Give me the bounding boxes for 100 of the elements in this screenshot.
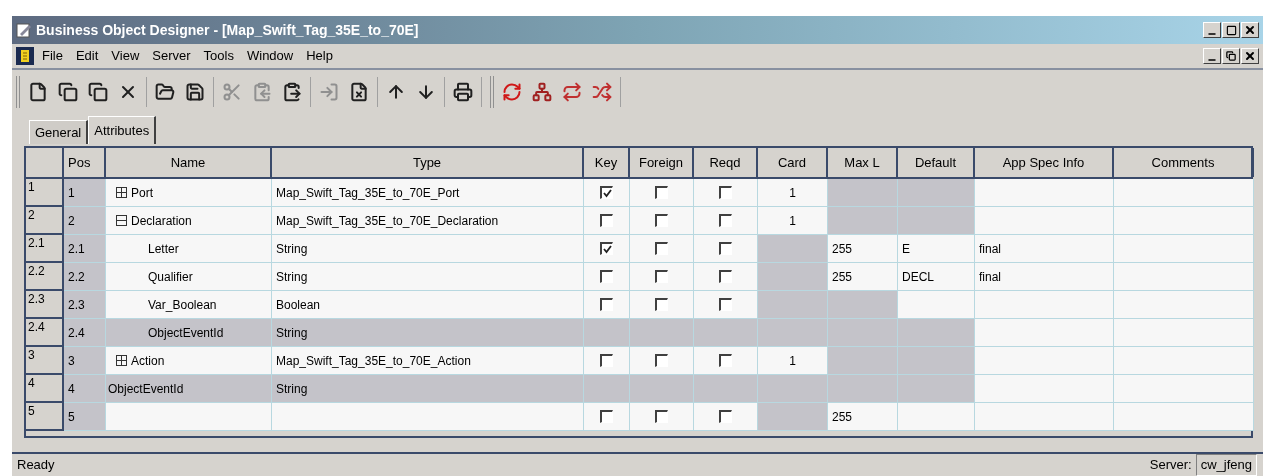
close-button[interactable]: [1241, 22, 1259, 38]
row-header[interactable]: 1: [26, 179, 64, 207]
expand-icon[interactable]: [116, 355, 127, 366]
close-icon: [1244, 50, 1256, 62]
table-cell: 255: [828, 235, 898, 263]
table-cell: 2.4: [64, 319, 106, 347]
save-icon[interactable]: [185, 82, 205, 102]
checkbox[interactable]: [719, 354, 732, 367]
table-cell: Map_Swift_Tag_35E_to_70E_Declaration: [272, 207, 584, 235]
menu-item[interactable]: Window: [246, 46, 294, 66]
column-header[interactable]: Comments: [1114, 148, 1254, 177]
column-header[interactable]: Foreign: [630, 148, 694, 177]
maximize-icon: [1225, 24, 1237, 36]
checkbox[interactable]: [655, 270, 668, 283]
checkbox[interactable]: [719, 242, 732, 255]
minimize-button[interactable]: [1203, 48, 1221, 64]
minimize-button[interactable]: [1203, 22, 1221, 38]
checkbox[interactable]: [600, 186, 613, 199]
new-file-icon[interactable]: [28, 82, 48, 102]
checkbox[interactable]: [600, 242, 613, 255]
tree-node[interactable]: Port: [106, 179, 272, 207]
tree-node[interactable]: Declaration: [106, 207, 272, 235]
tab[interactable]: General: [29, 120, 89, 144]
column-header[interactable]: Card: [758, 148, 828, 177]
column-header[interactable]: Type: [272, 148, 584, 177]
app-icon: [16, 22, 32, 38]
checkbox[interactable]: [655, 214, 668, 227]
paste-icon[interactable]: [282, 82, 302, 102]
table-cell: String: [272, 319, 584, 347]
checkbox[interactable]: [719, 186, 732, 199]
checkbox[interactable]: [719, 270, 732, 283]
checkbox[interactable]: [600, 270, 613, 283]
row-header[interactable]: 2.1: [26, 235, 64, 263]
table-cell: E: [898, 235, 975, 263]
table-cell: ObjectEventId: [106, 319, 272, 347]
checkbox[interactable]: [719, 410, 732, 423]
checkbox[interactable]: [600, 214, 613, 227]
menu-item[interactable]: Tools: [203, 46, 234, 66]
table-cell: 255: [828, 263, 898, 291]
server-label: Server:: [1149, 456, 1192, 475]
checkbox[interactable]: [600, 410, 613, 423]
menu-item[interactable]: Help: [306, 46, 333, 66]
move-up-icon[interactable]: [386, 82, 406, 102]
checkbox[interactable]: [719, 298, 732, 311]
folder-icon[interactable]: [155, 82, 175, 102]
close-button[interactable]: [1241, 48, 1259, 64]
table-cell: ObjectEventId: [106, 375, 272, 403]
table-cell: Qualifier: [106, 263, 272, 291]
shuffle-icon[interactable]: [592, 82, 612, 102]
table-cell: Map_Swift_Tag_35E_to_70E_Port: [272, 179, 584, 207]
column-header[interactable]: Reqd: [694, 148, 758, 177]
maximize-button[interactable]: [1222, 22, 1240, 38]
menu-item[interactable]: File: [42, 46, 63, 66]
tree-node[interactable]: Action: [106, 347, 272, 375]
exchange-icon[interactable]: [562, 82, 582, 102]
refresh-icon[interactable]: [502, 82, 522, 102]
table-cell: 2.1: [64, 235, 106, 263]
column-header[interactable]: Name: [106, 148, 272, 177]
move-down-icon[interactable]: [416, 82, 436, 102]
column-header[interactable]: Pos: [64, 148, 106, 177]
checkbox[interactable]: [600, 354, 613, 367]
table-cell: Letter: [106, 235, 272, 263]
checkbox[interactable]: [655, 186, 668, 199]
table-cell: 1: [64, 179, 106, 207]
menu-item[interactable]: Server: [152, 46, 191, 66]
node-label: Declaration: [131, 212, 192, 230]
restore-button[interactable]: [1222, 48, 1240, 64]
row-header[interactable]: 2.3: [26, 291, 64, 319]
tab[interactable]: Attributes: [88, 116, 157, 144]
restore-icon: [1226, 51, 1236, 61]
column-header[interactable]: Max L: [828, 148, 898, 177]
table-cell: DECL: [898, 263, 975, 291]
node-label: Port: [131, 184, 153, 202]
row-header[interactable]: 2: [26, 207, 64, 235]
hierarchy-icon[interactable]: [532, 82, 552, 102]
copy-document-icon[interactable]: [58, 82, 78, 102]
checkbox[interactable]: [655, 354, 668, 367]
menu-item[interactable]: View: [111, 46, 140, 66]
column-header[interactable]: App Spec Info: [975, 148, 1114, 177]
expand-icon[interactable]: [116, 187, 127, 198]
table-cell: String: [272, 375, 584, 403]
table-cell: 1: [758, 347, 828, 375]
checkbox[interactable]: [600, 298, 613, 311]
collapse-icon[interactable]: [116, 215, 127, 226]
menu-item[interactable]: Edit: [75, 46, 99, 66]
checkbox[interactable]: [655, 410, 668, 423]
row-header[interactable]: 2.2: [26, 263, 64, 291]
checkbox[interactable]: [655, 242, 668, 255]
checkbox[interactable]: [719, 214, 732, 227]
checkbox[interactable]: [655, 298, 668, 311]
document-icon: [16, 47, 34, 65]
row-header[interactable]: 3: [26, 347, 64, 375]
column-header[interactable]: Key: [584, 148, 630, 177]
table-cell: Boolean: [272, 291, 584, 319]
table-cell: 1: [758, 179, 828, 207]
print-icon[interactable]: [453, 82, 473, 102]
duplicate-icon[interactable]: [88, 82, 108, 102]
remove-file-icon[interactable]: [349, 82, 369, 102]
row-header[interactable]: 5: [26, 403, 64, 431]
column-header[interactable]: Default: [898, 148, 975, 177]
